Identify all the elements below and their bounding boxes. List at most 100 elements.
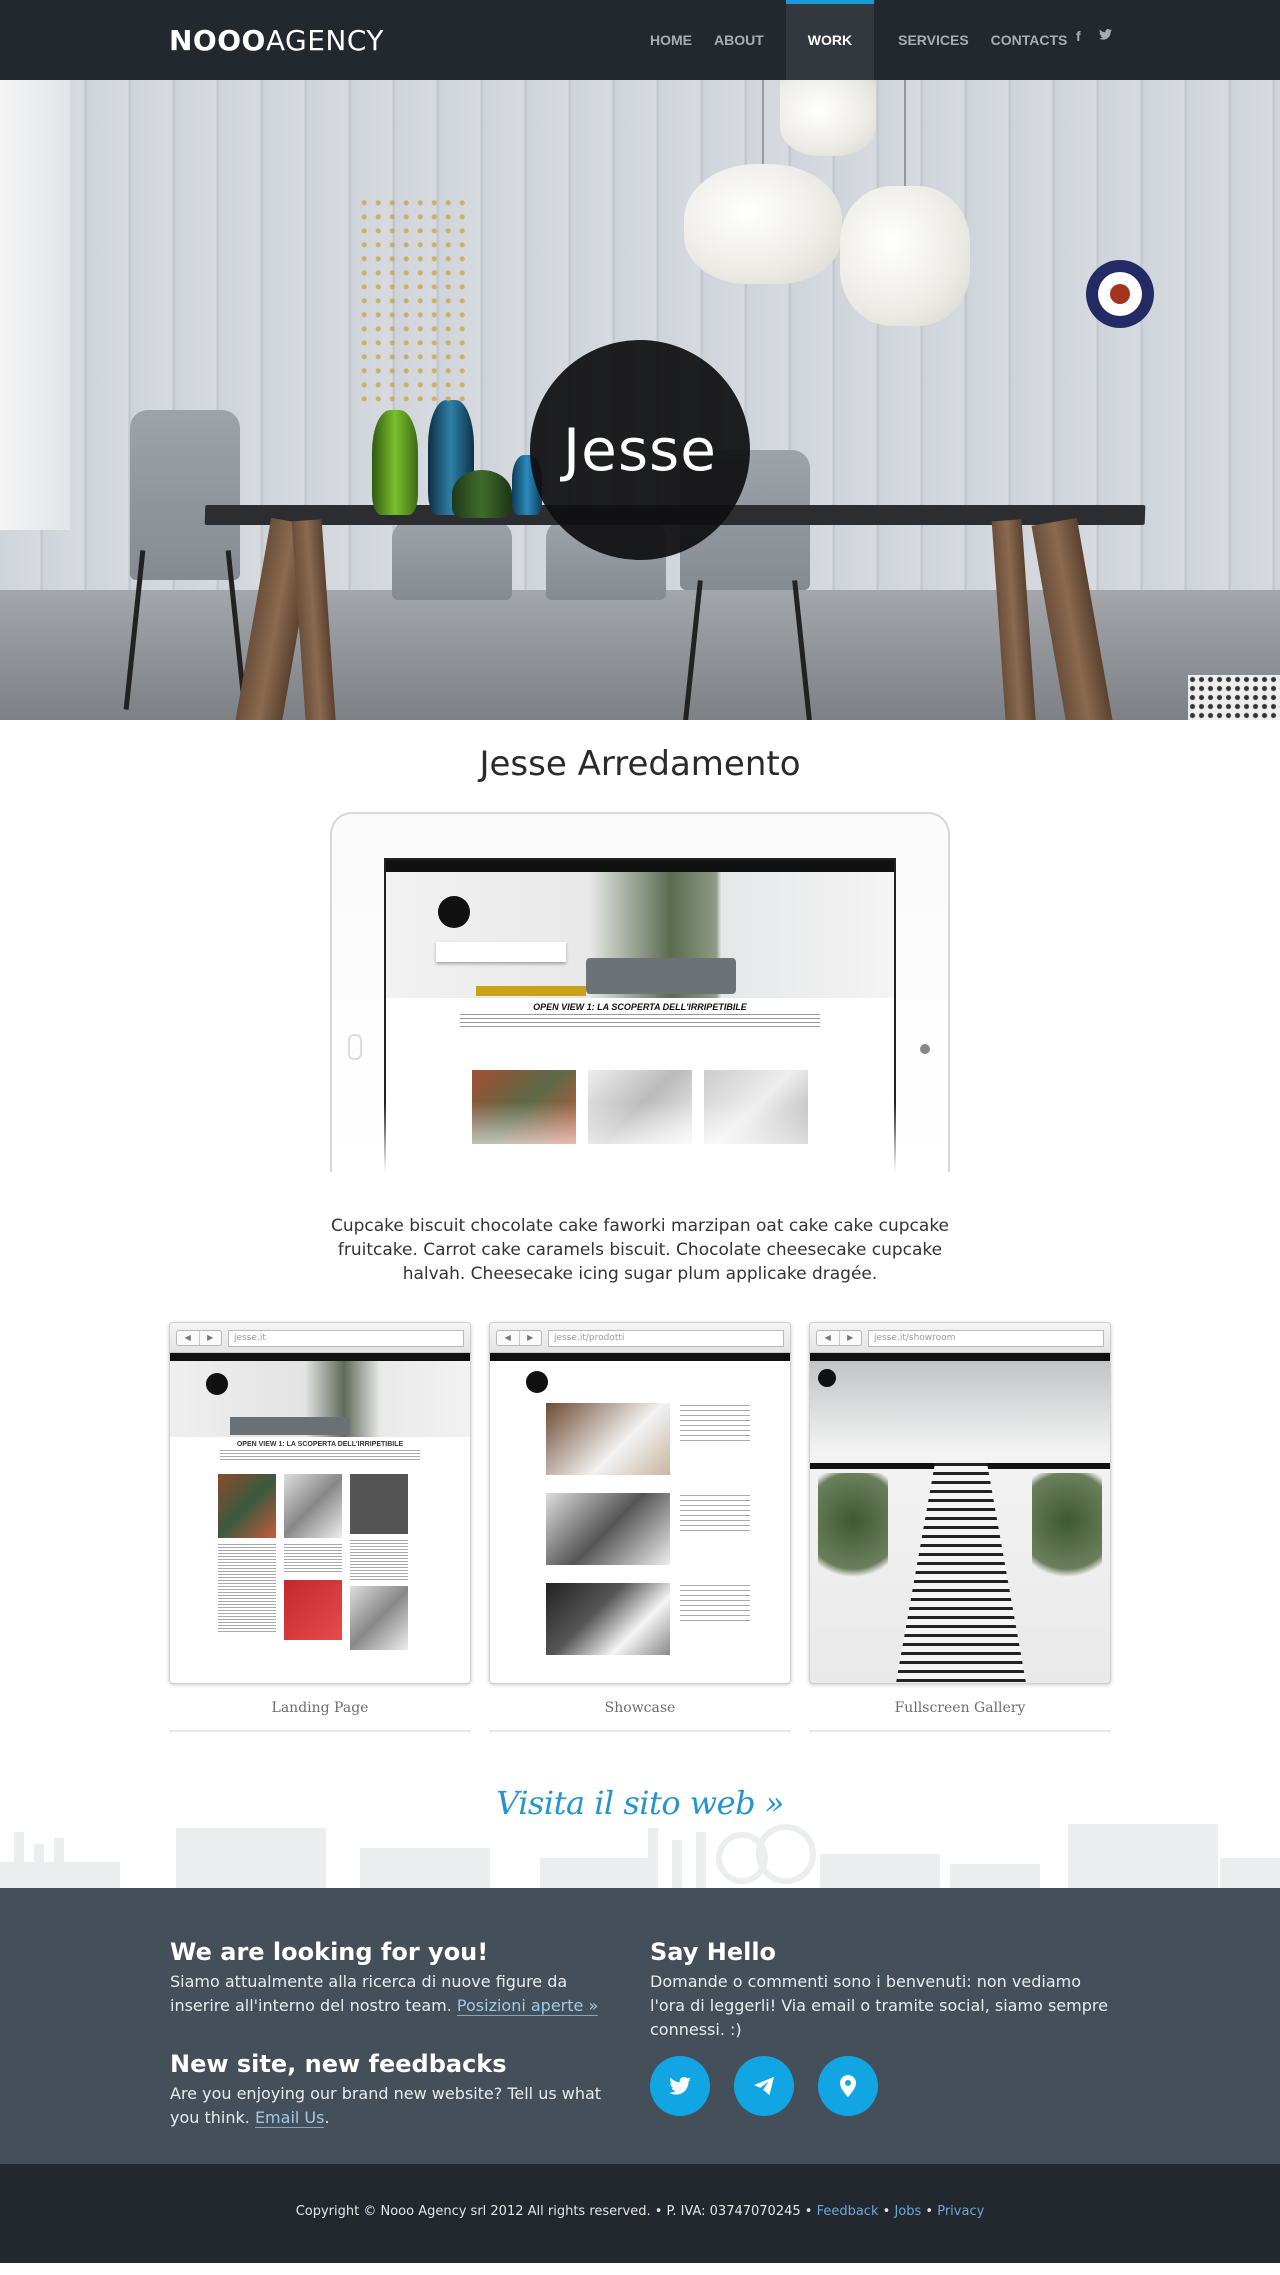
mini-thumb [704, 1070, 808, 1144]
say-hello-text: Domande o commenti sono i benvenuti: non… [650, 1972, 1108, 2039]
project-title: Jesse Arredamento [479, 744, 801, 784]
wall-target-decoration [1086, 260, 1154, 328]
landing-preview-heading: OPEN VIEW 1: LA SCOPERTA DELL'IRRIPETIBI… [236, 1441, 404, 1448]
jobs-link[interactable]: Jobs [894, 2204, 921, 2219]
chair [392, 520, 512, 600]
screenshot-caption: Fullscreen Gallery [809, 1700, 1111, 1732]
browser-chrome: ◀ ▶ jesse.it/prodotti [490, 1323, 790, 1353]
feedback-link[interactable]: Feedback [817, 2204, 879, 2219]
hero-banner: Jesse [0, 80, 1280, 720]
chair [130, 410, 240, 580]
footer-feedback-period: . [324, 2108, 330, 2127]
flower-branches [360, 200, 470, 410]
nav-work[interactable]: WORK [785, 0, 875, 80]
browser-nav-buttons: ◀ ▶ [176, 1330, 222, 1346]
screenshot-caption: Landing Page [169, 1700, 471, 1732]
email-us-link[interactable]: Email Us [254, 2108, 325, 2128]
mini-site-heading: OPEN VIEW 1: LA SCOPERTA DELL'IRRIPETIBI… [533, 1002, 747, 1012]
footer-feedback-title: New site, new feedbacks [170, 2050, 507, 2078]
copyright-text: Copyright © Nooo Agency srl 2012 All rig… [295, 2204, 813, 2219]
project-content: Jesse Arredamento OPEN VIEW 1: LA SCOPER… [0, 744, 1280, 1888]
screenshot-gallery: ◀ ▶ jesse.it OPEN VIEW 1: LA SCOPERTA DE… [169, 1322, 1111, 1732]
screenshot-card[interactable]: ◀ ▶ jesse.it OPEN VIEW 1: LA SCOPERTA DE… [169, 1322, 471, 1732]
footer-jobs-title: We are looking for you! [170, 1938, 489, 1966]
browser-chrome: ◀ ▶ jesse.it/showroom [810, 1323, 1110, 1353]
send-icon[interactable] [734, 2056, 794, 2116]
mini-thumb [588, 1070, 692, 1144]
mini-site-text [460, 1014, 820, 1030]
hero-window [0, 80, 70, 530]
product-image [546, 1493, 670, 1565]
twitter-icon[interactable] [1098, 29, 1112, 43]
browser-mockup: ◀ ▶ jesse.it OPEN VIEW 1: LA SCOPERTA DE… [169, 1322, 471, 1684]
mini-site-navbar [386, 860, 894, 872]
forward-arrow-icon: ▶ [847, 1333, 854, 1342]
browser-url-bar: jesse.it/showroom [868, 1330, 1104, 1347]
lamp-cord [904, 80, 906, 190]
back-arrow-icon: ◀ [817, 1331, 840, 1345]
back-arrow-icon: ◀ [497, 1331, 520, 1345]
browser-url-bar: jesse.it/prodotti [548, 1330, 784, 1347]
mini-thumb [472, 1070, 576, 1144]
location-pin-icon[interactable] [818, 2056, 878, 2116]
nav-contacts[interactable]: CONTACTS [991, 0, 1068, 80]
product-image [546, 1583, 670, 1655]
site-logo[interactable]: NOOOAGENCY [169, 24, 384, 57]
facebook-icon[interactable]: f [1076, 28, 1081, 44]
showcase-page-preview [490, 1353, 790, 1683]
pendant-lamp [840, 186, 970, 326]
back-arrow-icon: ◀ [177, 1331, 200, 1345]
nav-services[interactable]: SERVICES [898, 0, 969, 80]
open-positions-link[interactable]: Posizioni aperte » [456, 1996, 599, 2016]
screenshot-card[interactable]: ◀ ▶ jesse.it/showroom Fullscreen Gallery [809, 1322, 1111, 1732]
pendant-lamp [684, 164, 842, 284]
screenshot-card[interactable]: ◀ ▶ jesse.it/prodotti Showcase [489, 1322, 791, 1732]
browser-mockup: ◀ ▶ jesse.it/prodotti [489, 1322, 791, 1684]
lamp-cord [762, 80, 764, 170]
screenshot-caption: Showcase [489, 1700, 791, 1732]
browser-url-bar: jesse.it [228, 1330, 464, 1347]
ipad-home-button [348, 1034, 362, 1060]
separator: • [925, 2204, 934, 2219]
logo-bold: NOOO [169, 24, 266, 57]
project-description: Cupcake biscuit chocolate cake faworki m… [330, 1216, 950, 1284]
social-links: f [1076, 28, 1130, 44]
copyright-bar: Copyright © Nooo Agency srl 2012 All rig… [0, 2164, 1280, 2263]
privacy-link[interactable]: Privacy [937, 2204, 984, 2219]
footer: We are looking for you! Siamo attualment… [0, 1888, 1280, 2164]
twitter-icon[interactable] [650, 2056, 710, 2116]
mini-site-hero [386, 872, 894, 998]
pendant-lamp [780, 80, 876, 156]
separator: • [882, 2204, 891, 2219]
landing-page-preview: OPEN VIEW 1: LA SCOPERTA DELL'IRRIPETIBI… [170, 1353, 470, 1683]
project-logo-text: Jesse [563, 416, 717, 484]
browser-mockup: ◀ ▶ jesse.it/showroom [809, 1322, 1111, 1684]
mini-site-thumbnails [472, 1070, 894, 1144]
forward-arrow-icon: ▶ [207, 1333, 214, 1342]
top-navbar: NOOOAGENCY HOME ABOUT WORK SERVICES CONT… [0, 0, 1280, 80]
ipad-camera [920, 1044, 930, 1054]
project-logo-badge: Jesse [530, 340, 750, 560]
ipad-mockup: OPEN VIEW 1: LA SCOPERTA DELL'IRRIPETIBI… [330, 812, 950, 1172]
visit-site-section: Visita il sito web » [0, 1784, 1280, 1822]
nav-home[interactable]: HOME [650, 0, 692, 80]
footer-feedback-text: Are you enjoying our brand new website? … [170, 2082, 610, 2130]
main-menu: HOME ABOUT WORK SERVICES CONTACTS [650, 0, 1089, 80]
forward-arrow-icon: ▶ [527, 1333, 534, 1342]
browser-nav-buttons: ◀ ▶ [816, 1330, 862, 1346]
logo-light: AGENCY [265, 24, 385, 57]
visit-site-link[interactable]: Visita il sito web » [496, 1784, 784, 1822]
say-hello-title: Say Hello [650, 1938, 777, 1966]
green-bowl-vase [452, 470, 512, 518]
gallery-page-preview [810, 1353, 1110, 1683]
green-vase [372, 410, 418, 515]
footer-jobs-text: Siamo attualmente alla ricerca di nuove … [170, 1970, 610, 2018]
nav-about[interactable]: ABOUT [714, 0, 764, 80]
footer-feedback-body: Are you enjoying our brand new website? … [170, 2084, 602, 2127]
dotted-stool [1188, 675, 1280, 720]
browser-nav-buttons: ◀ ▶ [496, 1330, 542, 1346]
ipad-screen: OPEN VIEW 1: LA SCOPERTA DELL'IRRIPETIBI… [384, 858, 896, 1172]
copyright-line: Copyright © Nooo Agency srl 2012 All rig… [0, 2164, 1280, 2219]
mini-site-logo [438, 896, 470, 928]
browser-chrome: ◀ ▶ jesse.it [170, 1323, 470, 1353]
